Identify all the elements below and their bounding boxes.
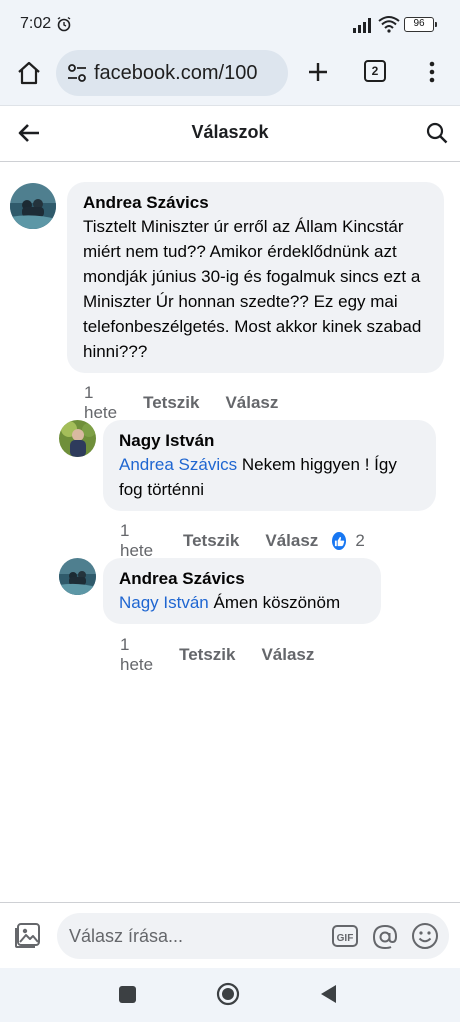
status-bar: 7:02 96 xyxy=(0,0,460,50)
comment-text: Tisztelt Miniszter úr erről az Állam Kin… xyxy=(83,214,428,364)
mention-link[interactable]: Nagy István xyxy=(119,593,209,612)
like-button[interactable]: Tetszik xyxy=(179,645,235,665)
comment-body: Ámen köszönöm xyxy=(208,593,341,612)
reply-placeholder: Válasz írása... xyxy=(69,926,184,946)
search-icon xyxy=(426,122,448,144)
avatar[interactable] xyxy=(59,558,96,595)
signal-icon xyxy=(353,18,371,33)
reply-button[interactable]: Válasz xyxy=(265,531,318,551)
mention-link[interactable]: Andrea Szávics xyxy=(119,455,237,474)
reply-button[interactable]: Válasz xyxy=(261,645,314,665)
system-nav-bar xyxy=(0,968,460,1022)
battery-indicator: 96 xyxy=(404,17,437,32)
comment-time: 1 hete xyxy=(120,521,154,560)
home-icon xyxy=(18,61,40,85)
reply-button[interactable]: Válasz xyxy=(225,393,278,413)
avatar-photo xyxy=(10,183,56,229)
page-title: Válaszok xyxy=(191,122,269,142)
mention-icon[interactable] xyxy=(370,922,400,952)
comment-actions: 1 hete Tetszik Válasz xyxy=(120,635,340,675)
like-button[interactable]: Tetszik xyxy=(143,393,199,413)
avatar[interactable] xyxy=(59,420,96,457)
comment-bubble: Andrea Szávics Tisztelt Miniszter úr err… xyxy=(67,182,444,373)
home-button[interactable] xyxy=(14,58,44,88)
comment-text: Nagy István Ámen köszönöm xyxy=(119,590,365,615)
comment-time: 1 hete xyxy=(120,635,154,674)
photo-icon[interactable] xyxy=(14,921,42,949)
svg-text:GIF: GIF xyxy=(337,933,354,944)
tab-switcher-button[interactable]: 2 xyxy=(364,60,386,82)
alarm-icon xyxy=(57,16,71,32)
back-triangle-icon[interactable] xyxy=(318,983,338,1005)
gif-icon[interactable]: GIF xyxy=(331,922,359,950)
plus-icon xyxy=(309,63,327,81)
comment-body: Tisztelt Miniszter úr erről az Állam Kin… xyxy=(83,217,422,361)
url-text: facebook.com/100 xyxy=(94,61,258,84)
comment-author[interactable]: Andrea Szávics xyxy=(119,568,365,590)
like-button[interactable]: Tetszik xyxy=(183,531,239,551)
browser-chrome: 7:02 96 facebook.com/100 2 xyxy=(0,0,460,106)
comment-time: 1 hete xyxy=(84,383,118,422)
site-settings-icon[interactable] xyxy=(66,62,88,84)
comment-bubble: Andrea Szávics Nagy István Ámen köszönöm xyxy=(103,558,381,624)
comment-author[interactable]: Nagy István xyxy=(119,430,420,452)
browser-toolbar: facebook.com/100 2 xyxy=(0,50,460,106)
reply-composer: Válasz írása... GIF xyxy=(0,902,460,968)
search-button[interactable] xyxy=(424,120,450,146)
replies-header: Válaszok xyxy=(0,106,460,162)
avatar-photo xyxy=(59,420,96,457)
thumbs-up-icon[interactable] xyxy=(332,532,347,550)
comment-actions: 1 hete Tetszik Válasz 2 xyxy=(120,521,365,561)
reaction-count[interactable]: 2 xyxy=(355,531,364,551)
comment-actions: 1 hete Tetszik Válasz xyxy=(84,383,304,423)
recents-button[interactable] xyxy=(119,986,136,1003)
avatar-photo xyxy=(59,558,96,595)
more-vertical-icon xyxy=(429,61,435,83)
new-tab-button[interactable] xyxy=(304,58,332,86)
emoji-icon[interactable] xyxy=(411,922,439,950)
reply-input[interactable]: Válasz írása... GIF xyxy=(57,913,449,959)
avatar[interactable] xyxy=(10,183,56,229)
browser-menu-button[interactable] xyxy=(420,58,444,86)
home-circle-icon[interactable] xyxy=(216,982,240,1006)
comment-text: Andrea Szávics Nekem higgyen ! Így fog t… xyxy=(119,452,420,502)
address-bar[interactable]: facebook.com/100 xyxy=(56,50,288,96)
comment-bubble: Nagy István Andrea Szávics Nekem higgyen… xyxy=(103,420,436,511)
wifi-icon xyxy=(378,16,400,33)
comment-author[interactable]: Andrea Szávics xyxy=(83,192,428,214)
status-time: 7:02 xyxy=(20,15,52,32)
